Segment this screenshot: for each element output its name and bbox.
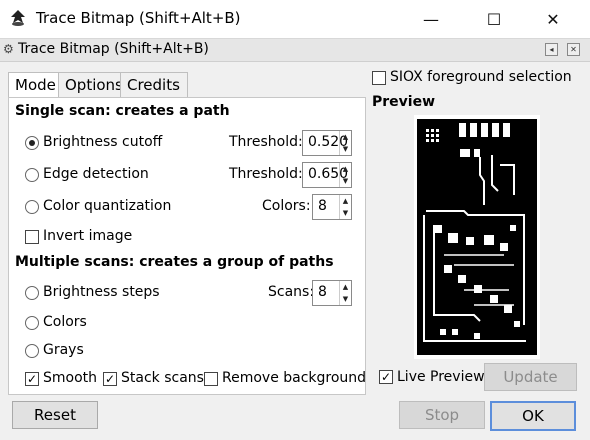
dock-grip-icon[interactable]: ⚙ (3, 42, 14, 56)
colors-radio[interactable] (25, 316, 39, 330)
inkscape-icon (9, 9, 27, 31)
reset-button[interactable]: Reset (12, 401, 98, 429)
close-window-button[interactable]: ✕ (530, 0, 576, 38)
colors-count-label: Colors: (262, 198, 311, 214)
spinner-arrows-icon[interactable]: ▲ ▼ (339, 131, 351, 155)
live-preview-checkbox[interactable]: ✓ (379, 370, 393, 384)
window-titlebar: Trace Bitmap (Shift+Alt+B) — ☐ ✕ (0, 0, 590, 38)
update-button[interactable]: Update (484, 363, 577, 391)
smooth-checkbox[interactable]: ✓ (25, 372, 39, 386)
maximize-button[interactable]: ☐ (471, 0, 517, 38)
brightness-steps-radio[interactable] (25, 286, 39, 300)
grays-radio[interactable] (25, 344, 39, 358)
scans-spinner[interactable]: 8 ▲ ▼ (312, 280, 352, 306)
color-quantization-radio[interactable] (25, 200, 39, 214)
scans-label: Scans: (268, 284, 315, 300)
dock-iconify-button[interactable]: ◂ (545, 43, 558, 56)
brightness-threshold-label: Threshold: (229, 134, 303, 150)
colors-label[interactable]: Colors (43, 314, 87, 330)
invert-image-label[interactable]: Invert image (43, 228, 132, 244)
window-title: Trace Bitmap (Shift+Alt+B) (36, 9, 241, 27)
tab-credits[interactable]: Credits (120, 72, 188, 97)
mode-panel: Single scan: creates a path Brightness c… (8, 97, 366, 395)
stop-button[interactable]: Stop (399, 401, 485, 429)
edge-threshold-label: Threshold: (229, 166, 303, 182)
minimize-button[interactable]: — (408, 0, 454, 38)
dock-header: ⚙ Trace Bitmap (Shift+Alt+B) ◂ ✕ (0, 39, 590, 62)
spinner-arrows-icon[interactable]: ▲ ▼ (339, 163, 351, 187)
colors-count-value[interactable]: 8 (318, 198, 327, 214)
multiple-scans-heading: Multiple scans: creates a group of paths (15, 254, 334, 270)
spinner-arrows-icon[interactable]: ▲ ▼ (339, 281, 351, 305)
dock-close-button[interactable]: ✕ (567, 43, 580, 56)
smooth-label[interactable]: Smooth (43, 370, 97, 386)
trace-preview-image (414, 115, 540, 359)
single-scan-heading: Single scan: creates a path (15, 103, 230, 119)
siox-checkbox[interactable] (372, 71, 386, 85)
edge-threshold-spinner[interactable]: 0.650 ▲ ▼ (302, 162, 352, 188)
spinner-arrows-icon[interactable]: ▲ ▼ (339, 195, 351, 219)
trace-bitmap-dialog: ⚙ Trace Bitmap (Shift+Alt+B) ◂ ✕ Mode Op… (0, 38, 590, 440)
siox-label[interactable]: SIOX foreground selection (390, 69, 572, 85)
tab-mode[interactable]: Mode (8, 72, 59, 100)
brightness-cutoff-label[interactable]: Brightness cutoff (43, 134, 162, 150)
brightness-threshold-spinner[interactable]: 0.520 ▲ ▼ (302, 130, 352, 156)
remove-background-label[interactable]: Remove background (222, 370, 366, 386)
edge-detection-label[interactable]: Edge detection (43, 166, 149, 182)
color-quantization-label[interactable]: Color quantization (43, 198, 171, 214)
grays-label[interactable]: Grays (43, 342, 84, 358)
preview-heading: Preview (372, 94, 436, 110)
tab-options[interactable]: Options (58, 72, 123, 97)
invert-image-checkbox[interactable] (25, 230, 39, 244)
remove-background-checkbox[interactable] (204, 372, 218, 386)
live-preview-label[interactable]: Live Preview (397, 369, 485, 385)
brightness-steps-label[interactable]: Brightness steps (43, 284, 160, 300)
brightness-cutoff-radio[interactable] (25, 136, 39, 150)
stack-scans-label[interactable]: Stack scans (121, 370, 204, 386)
scans-value[interactable]: 8 (318, 284, 327, 300)
colors-count-spinner[interactable]: 8 ▲ ▼ (312, 194, 352, 220)
dock-title: Trace Bitmap (Shift+Alt+B) (18, 41, 209, 57)
ok-button[interactable]: OK (490, 401, 576, 431)
stack-scans-checkbox[interactable]: ✓ (103, 372, 117, 386)
edge-detection-radio[interactable] (25, 168, 39, 182)
